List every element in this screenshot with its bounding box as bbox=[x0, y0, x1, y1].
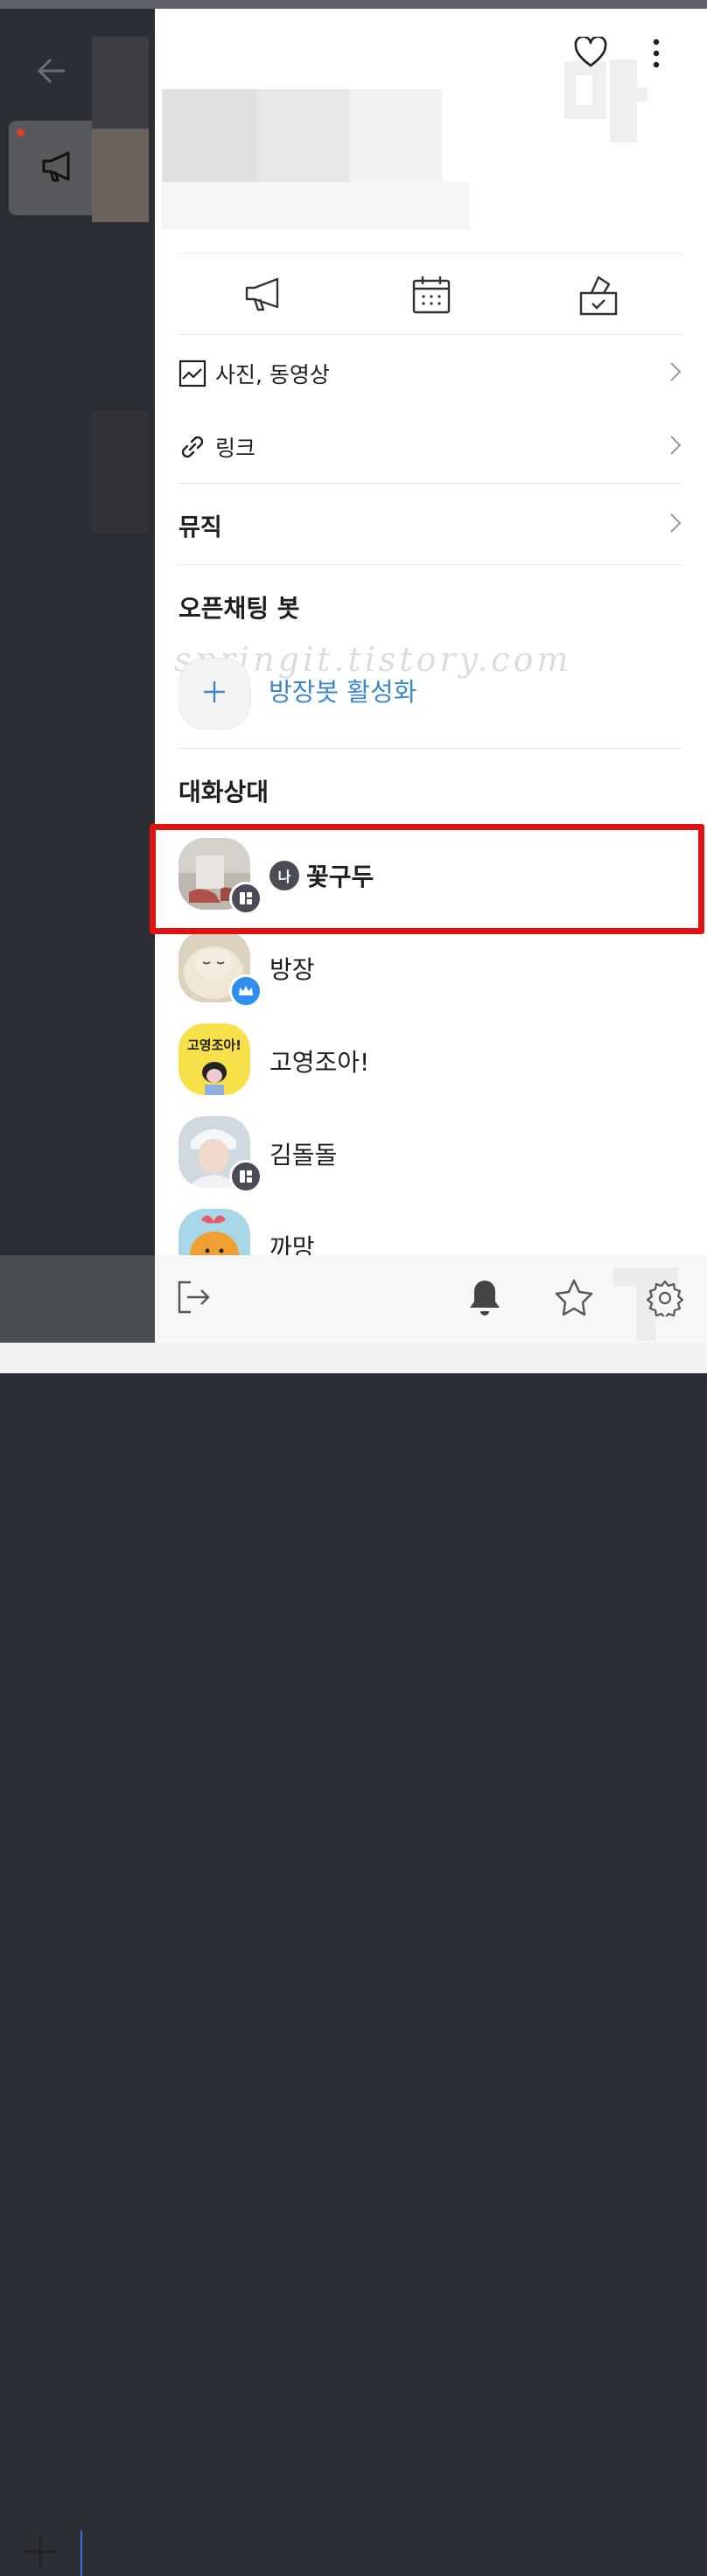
star-icon[interactable] bbox=[555, 1278, 593, 1320]
blurred-content bbox=[92, 37, 149, 129]
highlight-box bbox=[150, 824, 704, 934]
chevron-right-icon bbox=[669, 513, 682, 537]
settings-gear-icon[interactable] bbox=[646, 1280, 684, 1320]
text-cursor bbox=[80, 2531, 82, 2576]
vote-box-icon[interactable] bbox=[579, 274, 618, 316]
blurred-content bbox=[92, 411, 149, 534]
megaphone-icon bbox=[40, 150, 77, 187]
menu-label: 링크 bbox=[215, 436, 256, 461]
member-name: 방장 bbox=[270, 955, 315, 984]
profile-type-icon bbox=[229, 1160, 262, 1193]
new-dot bbox=[17, 129, 24, 136]
chevron-right-icon bbox=[669, 435, 682, 459]
crown-icon bbox=[229, 974, 262, 1008]
avatar: 고영조아! bbox=[178, 1023, 250, 1095]
blurred-content bbox=[92, 129, 149, 222]
member-row[interactable]: 고영조아! 고영조아! bbox=[178, 1023, 682, 1099]
chevron-right-icon bbox=[669, 361, 682, 386]
members-title: 대화상대 bbox=[178, 778, 270, 806]
bell-icon[interactable] bbox=[468, 1278, 501, 1320]
drawer-footer bbox=[155, 1255, 707, 1343]
blurred-room-title bbox=[162, 89, 256, 182]
announcement-megaphone-icon[interactable] bbox=[243, 276, 284, 313]
menu-links[interactable]: 링크 bbox=[178, 416, 682, 478]
divider bbox=[178, 748, 682, 749]
openchat-bot-title: 오픈채팅 봇 bbox=[178, 594, 300, 623]
menu-music[interactable]: 뮤직 bbox=[178, 494, 682, 555]
divider bbox=[178, 253, 682, 254]
menu-label: 뮤직 bbox=[178, 513, 222, 541]
calendar-icon[interactable] bbox=[412, 276, 451, 314]
member-name: 고영조아! bbox=[270, 1048, 370, 1077]
chat-input-bar bbox=[0, 1255, 155, 2576]
chat-background bbox=[0, 9, 155, 1255]
activate-bot-label[interactable]: 방장봇 활성화 bbox=[269, 672, 416, 709]
back-arrow-icon[interactable] bbox=[33, 52, 70, 89]
plus-icon[interactable] bbox=[23, 2534, 58, 2573]
plus-icon bbox=[202, 680, 227, 708]
menu-photos-videos[interactable]: 사진, 동영상 bbox=[178, 343, 682, 404]
member-row[interactable]: 김돌돌 bbox=[178, 1116, 682, 1193]
member-row-host[interactable]: 방장 bbox=[178, 931, 682, 1008]
link-icon bbox=[178, 433, 206, 461]
member-name: 김돌돌 bbox=[270, 1141, 338, 1169]
blurred-room-info bbox=[162, 182, 470, 229]
activate-bot-button[interactable] bbox=[178, 658, 250, 730]
status-strip bbox=[0, 0, 707, 9]
menu-label: 사진, 동영상 bbox=[215, 362, 330, 387]
system-nav-bar bbox=[0, 1343, 707, 1373]
chatroom-drawer: 사진, 동영상 링크 뮤직 오픈채팅 봇 springit.tistory.co… bbox=[150, 9, 707, 1343]
divider bbox=[178, 564, 682, 565]
divider bbox=[178, 483, 682, 484]
quick-actions bbox=[178, 255, 682, 334]
photo-icon bbox=[178, 360, 206, 387]
heart-icon[interactable] bbox=[574, 35, 607, 72]
more-vertical-icon[interactable] bbox=[652, 38, 661, 72]
watermark-logo bbox=[562, 57, 661, 157]
divider bbox=[178, 334, 682, 335]
exit-icon[interactable] bbox=[177, 1280, 212, 1318]
